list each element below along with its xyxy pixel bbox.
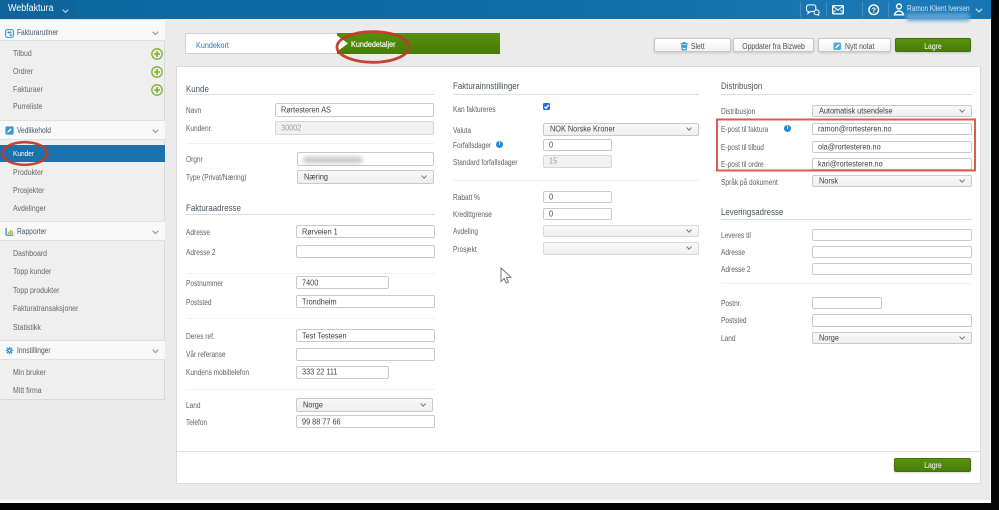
svg-text:?: ? — [871, 6, 876, 15]
